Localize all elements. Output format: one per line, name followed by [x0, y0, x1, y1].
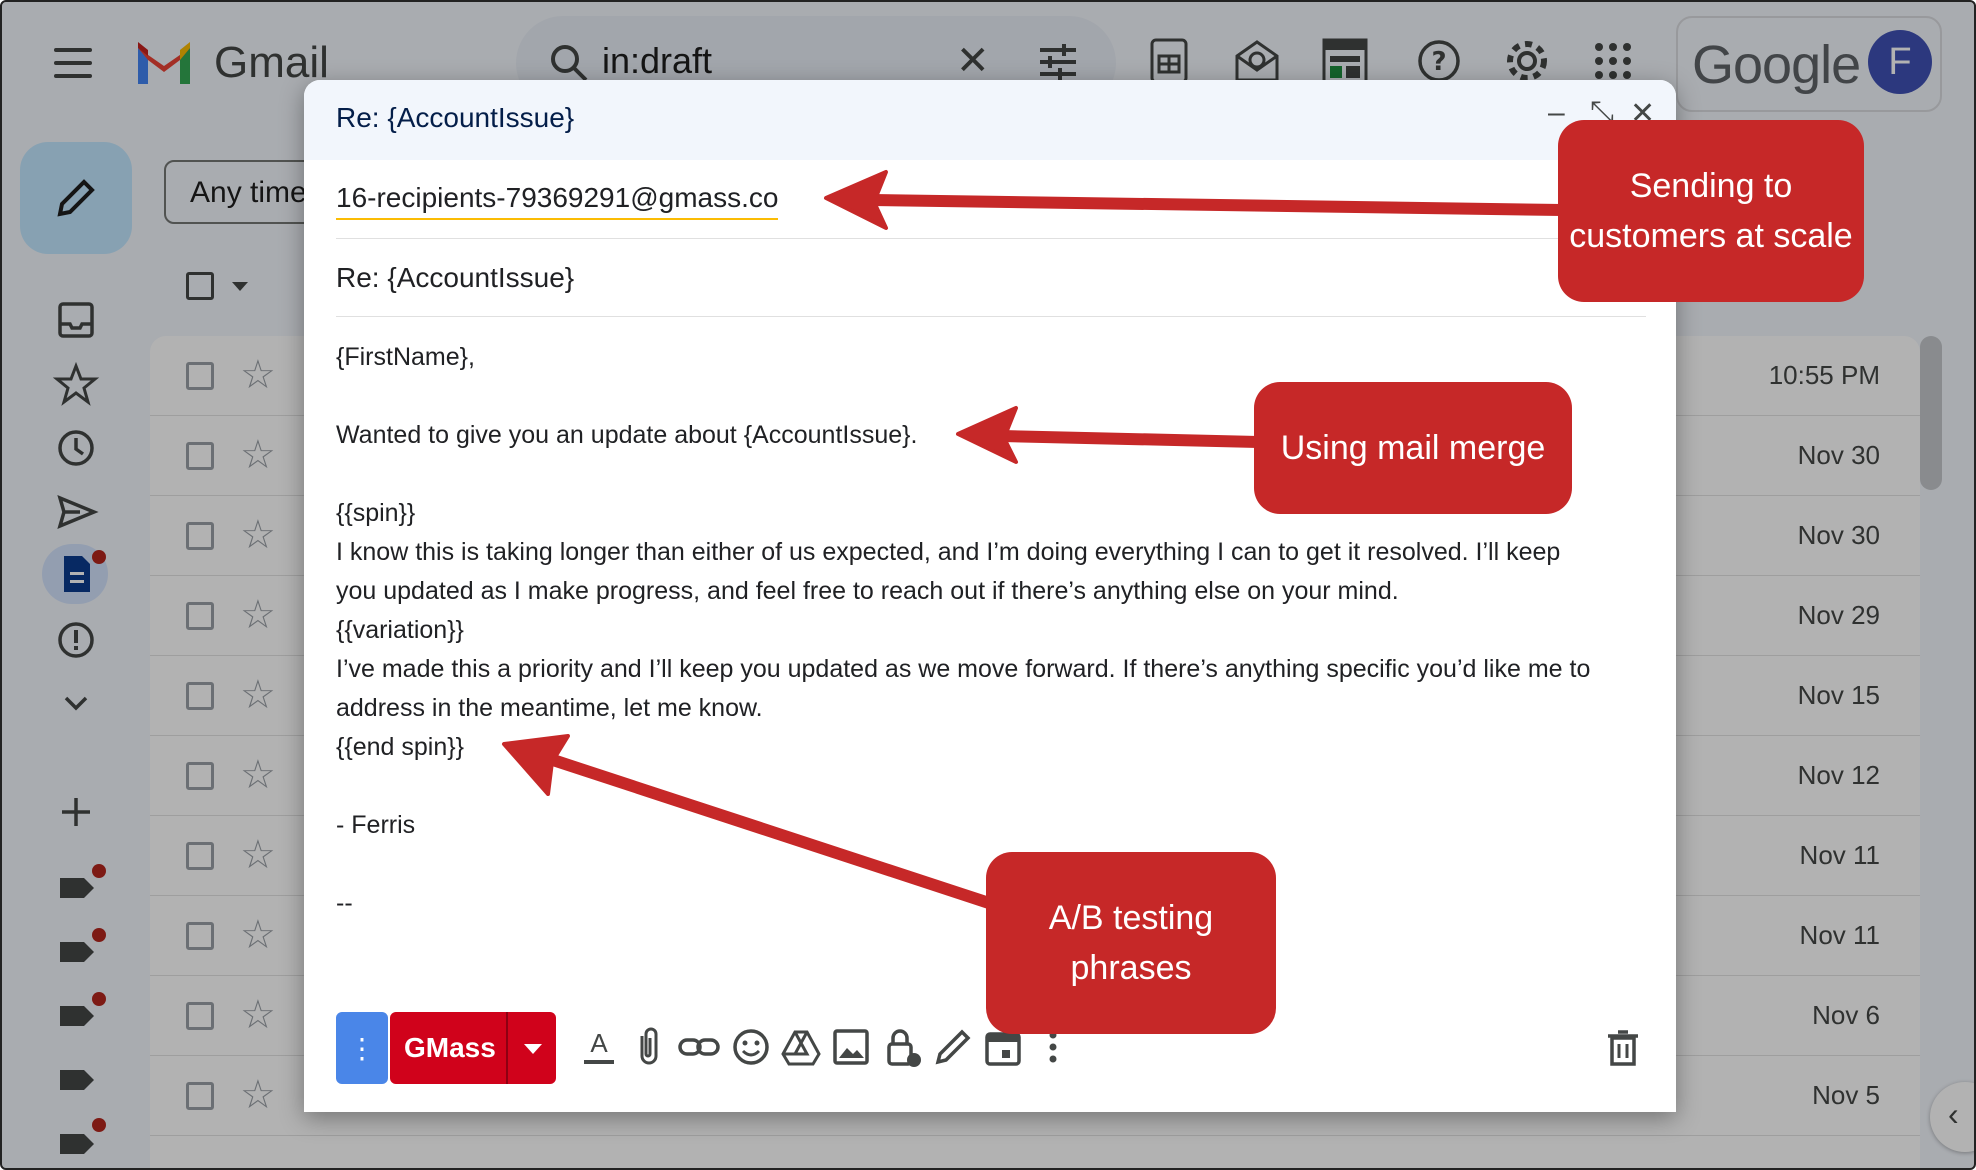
- divider: [336, 316, 1646, 317]
- gmass-settings-button[interactable]: ⋮: [336, 1012, 388, 1084]
- body-line: I know this is taking longer than either…: [336, 538, 1561, 566]
- gmass-send-button[interactable]: GMass: [390, 1012, 556, 1084]
- divider: [336, 238, 1646, 239]
- signature-pen-icon[interactable]: [930, 1024, 976, 1070]
- compose-header: Re: {AccountIssue} – ⤡ ✕: [304, 80, 1676, 160]
- divider: [506, 1012, 508, 1084]
- google-drive-icon[interactable]: [778, 1024, 824, 1070]
- compose-title: Re: {AccountIssue}: [336, 102, 575, 133]
- recipient-chip[interactable]: 16-recipients-79369291@gmass.co: [336, 182, 779, 220]
- send-options-chevron-icon[interactable]: [524, 1044, 542, 1054]
- confidential-lock-icon[interactable]: [880, 1024, 926, 1070]
- body-line: I’ve made this a priority and I’ll keep …: [336, 655, 1591, 683]
- body-line: you updated as I make progress, and feel…: [336, 577, 1399, 605]
- callout-recipients: Sending to customers at scale: [1558, 120, 1864, 302]
- subject-field[interactable]: Re: {AccountIssue}: [336, 262, 574, 294]
- svg-text:A: A: [590, 1028, 608, 1058]
- callout-ab-testing: A/B testing phrases: [986, 852, 1276, 1034]
- body-line: {FirstName},: [336, 343, 475, 371]
- body-line: {{variation}}: [336, 616, 464, 644]
- insert-photo-icon[interactable]: [828, 1024, 874, 1070]
- compose-toolbar: ⋮ GMass A: [304, 1010, 1676, 1100]
- gmass-send-label: GMass: [404, 1032, 496, 1063]
- body-line: [336, 767, 1656, 806]
- body-line: address in the meantime, let me know.: [336, 694, 763, 722]
- gmail-window: Gmail in:draft ✕ ? Google F Any time ☆ 1…: [0, 0, 1976, 1170]
- formatting-options-icon[interactable]: A: [576, 1024, 622, 1070]
- insert-link-icon[interactable]: [676, 1024, 722, 1070]
- emoji-icon[interactable]: [728, 1024, 774, 1070]
- discard-trash-icon[interactable]: [1600, 1024, 1646, 1070]
- body-line: {{end spin}}: [336, 733, 464, 761]
- callout-mail-merge: Using mail merge: [1254, 382, 1572, 514]
- attach-paperclip-icon[interactable]: [626, 1024, 672, 1070]
- minimize-icon[interactable]: –: [1548, 96, 1565, 130]
- body-line: - Ferris: [336, 811, 416, 839]
